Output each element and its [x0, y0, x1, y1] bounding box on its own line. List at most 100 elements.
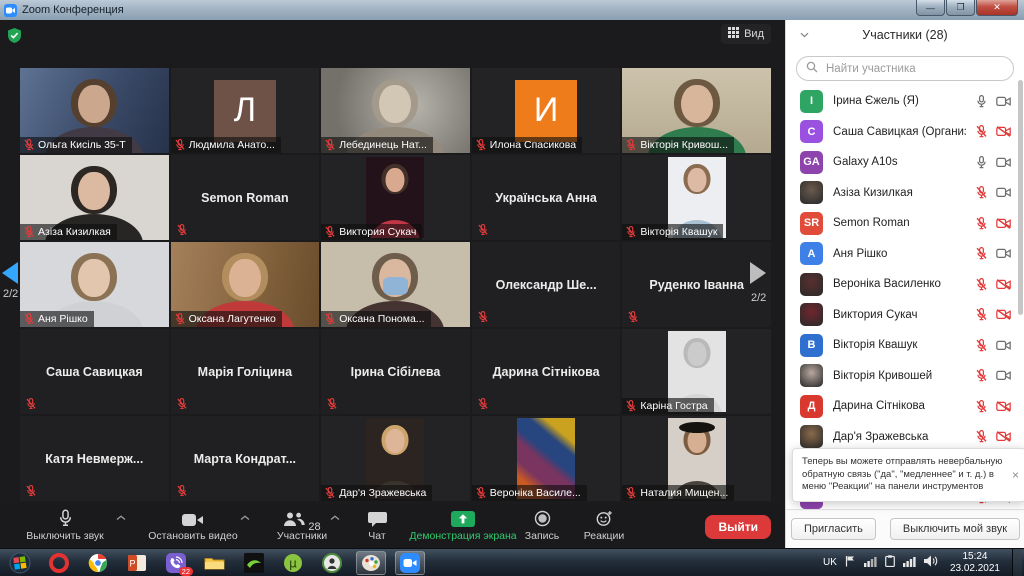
language-indicator[interactable]: UK — [823, 557, 837, 568]
minimize-button[interactable]: — — [916, 0, 945, 16]
video-tile[interactable]: Аня Рішко — [20, 242, 169, 327]
name-label: Вероніка Василе... — [472, 485, 587, 501]
participant-row[interactable]: SRSemon Roman — [786, 208, 1024, 239]
avatar: В — [800, 334, 823, 357]
video-tile[interactable]: Саша Савицкая — [20, 329, 169, 414]
video-tile[interactable]: Виктория Сукач — [321, 155, 470, 240]
name-label: Лебединець Нат... — [321, 137, 433, 153]
avatar: Д — [800, 395, 823, 418]
video-tile[interactable]: Ірина Сібілева — [321, 329, 470, 414]
tooltip-close-icon[interactable]: × — [1012, 469, 1019, 482]
participants-button[interactable]: 28 Участники — [258, 509, 346, 542]
zoom-app-icon[interactable] — [395, 551, 425, 575]
participants-options-chevron[interactable] — [330, 515, 340, 521]
view-button[interactable]: Вид — [721, 24, 771, 44]
tray-flag-icon[interactable] — [845, 554, 856, 572]
mute-options-chevron[interactable] — [116, 515, 126, 521]
opera-icon[interactable] — [44, 551, 74, 575]
video-tile[interactable]: Дар'я Зражевська — [321, 416, 470, 501]
reactions-button[interactable]: Реакции — [574, 509, 634, 542]
show-desktop-button[interactable] — [1012, 549, 1022, 576]
video-tile[interactable]: Лебединець Нат... — [321, 68, 470, 153]
tray-network-icon[interactable] — [864, 554, 877, 572]
close-button[interactable]: ✕ — [976, 0, 1018, 16]
video-options-chevron[interactable] — [240, 515, 250, 521]
paint-icon[interactable] — [356, 551, 386, 575]
maximize-button[interactable]: ❐ — [946, 0, 975, 16]
participant-row[interactable]: Азіза Кизилкая — [786, 178, 1024, 209]
video-tile[interactable]: Semon Roman — [171, 155, 320, 240]
video-tile[interactable]: Ольга Кисіль 35-Т — [20, 68, 169, 153]
participant-name: Ірина Сібілева — [327, 329, 464, 414]
participant-row[interactable]: CСаша Савицкая (Организатор) — [786, 117, 1024, 148]
participant-name: Дарина Сітнікова — [833, 400, 966, 412]
taskbar-clock[interactable]: 15:24 23.02.2021 — [946, 551, 1004, 575]
meeting-info-shield-icon[interactable] — [8, 28, 21, 48]
video-tile[interactable]: ИИлона Спасикова — [472, 68, 621, 153]
media-app-icon[interactable] — [239, 551, 269, 575]
video-tile[interactable]: Українська Анна — [472, 155, 621, 240]
participant-row[interactable]: Вікторія Кривошей — [786, 361, 1024, 392]
panel-scrollbar[interactable] — [1018, 80, 1023, 315]
tray-volume-icon[interactable] — [924, 554, 938, 572]
start-button[interactable] — [5, 551, 35, 575]
participant-row[interactable]: GAGalaxy A10s — [786, 147, 1024, 178]
explorer-icon[interactable] — [200, 551, 230, 575]
camera-icon — [182, 509, 204, 527]
participant-row[interactable]: ВВікторія Квашук — [786, 330, 1024, 361]
avatar-letter: Л — [214, 80, 276, 142]
record-button[interactable]: Запись — [514, 509, 570, 542]
participant-row[interactable]: AАня Рішко — [786, 239, 1024, 270]
participant-row[interactable]: Д Дарина Сітнікова — [786, 391, 1024, 422]
viber-icon[interactable]: 22 — [161, 551, 191, 575]
chrome-icon[interactable] — [83, 551, 113, 575]
chat-button[interactable]: Чат — [352, 509, 402, 542]
video-tile[interactable]: Наталия Мищен... — [622, 416, 771, 501]
video-tile[interactable]: Марта Кондрат... — [171, 416, 320, 501]
avatar — [800, 303, 823, 326]
participants-list: IІрина Єжель (Я)CСаша Савицкая (Организа… — [786, 86, 1024, 510]
taskbar-icons: P 22 µ — [0, 551, 425, 575]
video-tile[interactable]: ЛЛюдмила Анато... — [171, 68, 320, 153]
browser-icon[interactable] — [317, 551, 347, 575]
video-tile[interactable]: Олександр Ше... — [472, 242, 621, 327]
video-tile[interactable]: Оксана Лагутенко — [171, 242, 320, 327]
video-tile[interactable]: Оксана Понома... — [321, 242, 470, 327]
mic-muted-icon — [976, 217, 987, 230]
search-input[interactable] — [824, 62, 1004, 76]
video-tile[interactable]: Катя Невмерж... — [20, 416, 169, 501]
stop-video-button[interactable]: Остановить видео — [134, 509, 252, 542]
camera-off-icon — [996, 309, 1011, 320]
panel-popout-chevron-icon[interactable] — [800, 32, 808, 40]
leave-meeting-button[interactable]: Выйти — [705, 515, 771, 539]
mute-button[interactable]: Выключить звук — [6, 509, 124, 542]
video-tile[interactable]: Азіза Кизилкая — [20, 155, 169, 240]
participants-panel: Участники (28) IІрина Єжель (Я)CСаша Сав… — [785, 20, 1024, 548]
camera-icon — [996, 157, 1011, 168]
participant-row[interactable]: Виктория Сукач — [786, 300, 1024, 331]
search-box[interactable] — [796, 56, 1014, 81]
mic-muted-icon — [175, 313, 185, 324]
video-tile[interactable]: Каріна Гостра — [622, 329, 771, 414]
participant-row[interactable]: Вероніка Василенко — [786, 269, 1024, 300]
mute-my-audio-button[interactable]: Выключить мой звук — [890, 518, 1020, 540]
window-titlebar[interactable]: Zoom Конференция — ❐ ✕ — [0, 0, 1024, 20]
next-page-arrow[interactable] — [750, 262, 766, 284]
video-tile[interactable]: Вікторія Кривош... — [622, 68, 771, 153]
video-tile[interactable]: Руденко Іванна — [622, 242, 771, 327]
previous-page-arrow[interactable] — [2, 262, 18, 284]
avatar — [800, 425, 823, 448]
video-tile[interactable]: Вікторія Квашук — [622, 155, 771, 240]
utorrent-icon[interactable]: µ — [278, 551, 308, 575]
participant-name: Дар'я Зражевська — [833, 431, 966, 443]
share-screen-button[interactable]: Демонстрация экрана — [400, 509, 526, 542]
video-tile[interactable]: Вероніка Василе... — [472, 416, 621, 501]
video-tile[interactable]: Дарина Сітнікова — [472, 329, 621, 414]
tray-clipboard-icon[interactable] — [885, 554, 895, 572]
video-tile[interactable]: Марія Голіцина — [171, 329, 320, 414]
tray-signal-icon[interactable] — [903, 554, 916, 572]
powerpoint-icon[interactable]: P — [122, 551, 152, 575]
participant-row[interactable]: IІрина Єжель (Я) — [786, 86, 1024, 117]
invite-button[interactable]: Пригласить — [791, 518, 876, 540]
mic-muted-icon — [325, 226, 335, 237]
